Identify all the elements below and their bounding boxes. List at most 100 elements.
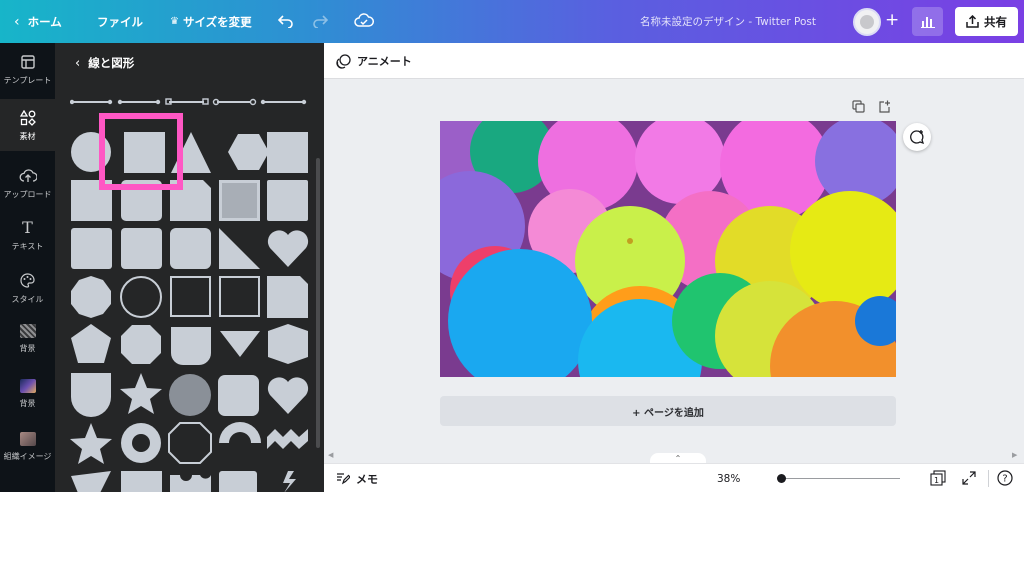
editor-window: ‹ ホーム ファイル ♛ サイズを変更 名称未設定のデザイン - Twitter… <box>0 0 1024 492</box>
rail-item-styles[interactable]: スタイル <box>0 262 55 314</box>
crown-icon: ♛ <box>170 16 179 27</box>
resize-button[interactable]: ♛ サイズを変更 <box>170 0 252 43</box>
shape-partial-4[interactable] <box>219 471 257 492</box>
shape-square-outline[interactable] <box>170 276 211 317</box>
top-bar: ‹ ホーム ファイル ♛ サイズを変更 名称未設定のデザイン - Twitter… <box>0 0 1024 43</box>
shape-arch[interactable] <box>219 422 261 443</box>
shape-shield[interactable] <box>71 373 111 417</box>
panel-title: 線と図形 <box>88 56 135 70</box>
shape-badge[interactable] <box>171 327 211 365</box>
shape-ring-hole <box>132 434 150 452</box>
shape-square-outline-2[interactable] <box>219 276 260 317</box>
shape-square-5[interactable] <box>71 228 112 269</box>
shape-pentagon[interactable] <box>71 324 111 363</box>
rail-item-templates[interactable]: テンプレート <box>0 43 55 95</box>
undo-icon[interactable] <box>276 11 296 31</box>
panel-scrollbar[interactable] <box>316 158 320 448</box>
rail-label: スタイル <box>11 294 44 304</box>
line-plain-dots[interactable] <box>70 99 113 105</box>
shape-partial-1[interactable] <box>71 471 111 492</box>
shape-heart[interactable] <box>267 230 309 267</box>
balloons-image <box>440 121 896 377</box>
shape-hexagon-vertical[interactable] <box>268 324 308 364</box>
page-tools <box>851 99 903 113</box>
expand-pages-button[interactable]: ⌃ <box>650 453 706 463</box>
page-grid-button[interactable]: 1 <box>929 469 947 487</box>
duplicate-page-icon[interactable] <box>851 99 865 113</box>
brand-image-icon <box>19 432 36 446</box>
home-label: ホーム <box>27 14 62 29</box>
shape-heart-2[interactable] <box>267 377 309 414</box>
zoom-value[interactable]: 38% <box>717 464 740 492</box>
line-dot-ends[interactable] <box>117 99 161 105</box>
rail-label: 素材 <box>19 131 36 141</box>
shape-octagon-outline[interactable] <box>168 422 212 464</box>
rail-item-uploads[interactable]: アップロード <box>0 157 55 209</box>
add-page-icon[interactable] <box>877 99 891 113</box>
line-dot-both[interactable] <box>260 99 307 105</box>
add-page-button[interactable]: + ページを追加 <box>440 396 896 426</box>
panel-header[interactable]: ‹ 線と図形 <box>75 55 134 71</box>
shape-square-4[interactable] <box>267 180 308 221</box>
shape-down-triangle[interactable] <box>220 331 260 357</box>
shape-octagon[interactable] <box>121 325 161 364</box>
zoom-slider-track[interactable] <box>782 478 900 479</box>
shape-star-2[interactable] <box>70 423 112 464</box>
avatar[interactable] <box>853 8 881 36</box>
shape-lightning[interactable] <box>283 471 296 492</box>
share-icon <box>966 15 979 28</box>
divider <box>988 470 989 487</box>
comment-button[interactable] <box>903 123 931 151</box>
rail-label: 背景 <box>19 399 36 408</box>
home-button[interactable]: ‹ ホーム <box>14 0 62 43</box>
line-styles-row <box>70 98 307 106</box>
notes-button[interactable]: メモ <box>336 464 378 492</box>
shape-folded-corner[interactable] <box>267 276 308 318</box>
redo-icon[interactable] <box>310 11 330 31</box>
rail-item-text[interactable]: T テキスト <box>0 209 55 261</box>
context-toolbar: アニメート <box>324 43 1024 79</box>
shape-zigzag[interactable] <box>267 429 308 449</box>
design-canvas[interactable] <box>440 121 896 377</box>
file-menu-button[interactable]: ファイル <box>97 0 143 43</box>
line-circle-ends[interactable] <box>212 98 257 106</box>
scroll-right-icon[interactable]: ▶ <box>1012 451 1017 459</box>
analytics-button[interactable] <box>912 7 943 36</box>
text-icon: T <box>22 218 33 237</box>
shape-decagon[interactable] <box>71 276 111 318</box>
fullscreen-icon[interactable] <box>960 469 978 487</box>
cloud-save-icon[interactable] <box>354 11 374 31</box>
line-square-ends[interactable] <box>165 98 209 105</box>
zoom-slider-knob[interactable] <box>777 474 786 483</box>
rail-label: テキスト <box>11 241 44 251</box>
animate-label: アニメート <box>357 55 412 68</box>
background-photo-icon <box>19 379 36 393</box>
shape-partial-2[interactable] <box>121 471 162 492</box>
rail-item-background-pattern[interactable]: 背景 <box>0 313 55 365</box>
shape-rounded-square-2[interactable] <box>170 228 211 269</box>
rail-item-background-photo[interactable]: 背景 <box>0 368 55 420</box>
shape-squircle[interactable] <box>218 375 259 416</box>
analytics-icon <box>920 17 935 28</box>
share-button[interactable]: 共有 <box>955 7 1018 36</box>
design-title[interactable]: 名称未設定のデザイン - Twitter Post <box>640 0 816 43</box>
plus-icon[interactable]: + <box>885 10 899 30</box>
shape-circle-dark[interactable] <box>169 374 211 416</box>
add-page-label: + ページを追加 <box>632 407 704 419</box>
file-label: ファイル <box>97 14 143 29</box>
shape-hexagon[interactable] <box>228 134 269 170</box>
shape-square-2[interactable] <box>267 132 308 173</box>
shape-right-triangle[interactable] <box>219 228 260 269</box>
animate-button[interactable]: アニメート <box>336 43 412 79</box>
rail-item-elements[interactable]: 素材 <box>0 99 55 151</box>
chevron-left-icon[interactable]: ‹ <box>75 56 80 71</box>
shape-circle-outline[interactable] <box>120 276 162 318</box>
help-icon[interactable]: ? <box>996 469 1014 487</box>
rail-label: 背景 <box>19 344 36 353</box>
add-comment-icon <box>910 130 925 145</box>
shape-star[interactable] <box>120 373 162 414</box>
shape-partial-3[interactable] <box>170 475 211 492</box>
rail-item-brand-image[interactable]: 組織イメージ <box>0 421 55 473</box>
scroll-left-icon[interactable]: ◀ <box>328 451 333 459</box>
shape-square-6[interactable] <box>121 228 162 269</box>
